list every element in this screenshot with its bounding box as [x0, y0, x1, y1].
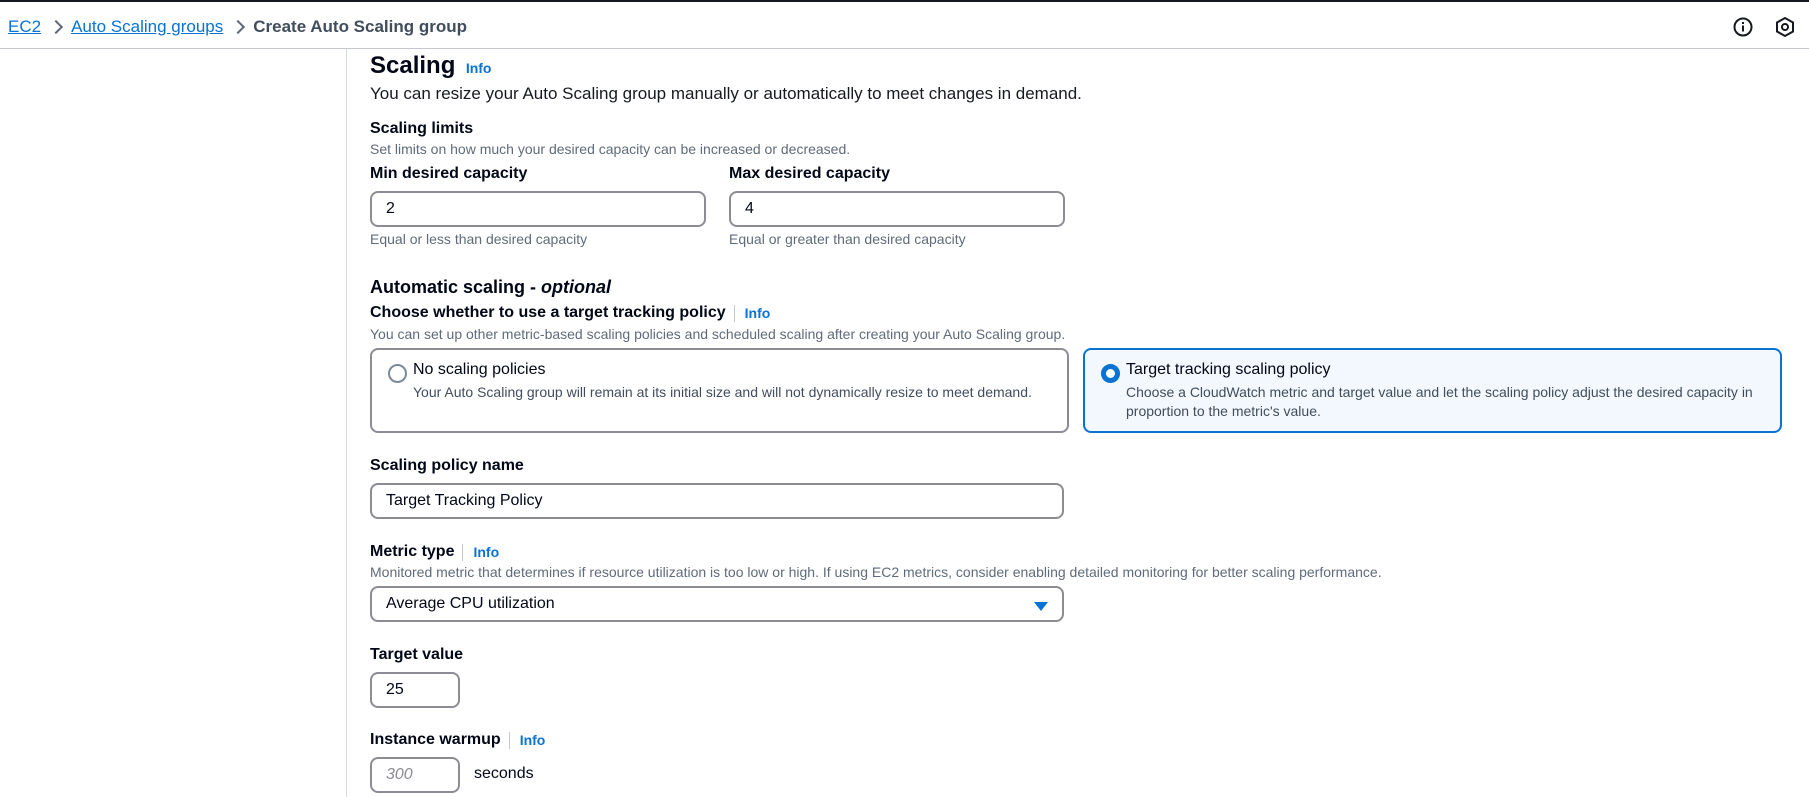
metric-type-selected-value: Average CPU utilization	[386, 595, 555, 612]
scaling-limits-title: Scaling limits	[370, 120, 474, 137]
policy-name-label: Scaling policy name	[370, 457, 524, 474]
radio-button-checked[interactable]	[1101, 364, 1120, 383]
option-title: No scaling policies	[413, 361, 546, 378]
option-description: Your Auto Scaling group will remain at i…	[413, 384, 1032, 400]
instance-warmup-label-row: Instance warmup Info	[370, 731, 545, 749]
top-navigation-bar: EC2 Auto Scaling groups Create Auto Scal…	[0, 0, 1809, 49]
instance-warmup-info-link[interactable]: Info	[520, 732, 546, 748]
info-icon[interactable]	[1732, 16, 1754, 38]
instance-warmup-unit: seconds	[474, 765, 534, 782]
target-value-input[interactable]	[370, 672, 460, 708]
option-description: Choose a CloudWatch metric and target va…	[1126, 384, 1753, 419]
target-value-label: Target value	[370, 646, 464, 663]
policy-name-input[interactable]	[370, 483, 1064, 519]
breadcrumb: EC2 Auto Scaling groups Create Auto Scal…	[8, 15, 467, 39]
settings-icon[interactable]	[1774, 16, 1796, 38]
automatic-scaling-title-text: Automatic scaling -	[370, 277, 542, 297]
max-capacity-label: Max desired capacity	[729, 165, 890, 182]
chevron-right-icon	[223, 17, 253, 37]
option-target-tracking-policy[interactable]: Target tracking scaling policy Choose a …	[1083, 348, 1782, 433]
min-capacity-label: Min desired capacity	[370, 165, 528, 182]
metric-type-label-row: Metric type Info	[370, 543, 499, 561]
min-capacity-hint: Equal or less than desired capacity	[370, 231, 588, 247]
max-capacity-input[interactable]	[729, 191, 1065, 227]
scaling-description: You can resize your Auto Scaling group m…	[370, 84, 1082, 103]
instance-warmup-label: Instance warmup	[370, 731, 501, 748]
breadcrumb-current: Create Auto Scaling group	[253, 17, 468, 36]
metric-type-description: Monitored metric that determines if reso…	[370, 564, 1382, 580]
automatic-scaling-title: Automatic scaling - optional	[370, 277, 611, 298]
metric-type-select[interactable]: Average CPU utilization	[370, 586, 1064, 622]
divider	[508, 731, 510, 749]
caret-down-icon	[1034, 602, 1048, 611]
divider	[462, 543, 464, 561]
breadcrumb-auto-scaling-groups[interactable]: Auto Scaling groups	[71, 17, 223, 37]
metric-type-info-link[interactable]: Info	[473, 544, 499, 560]
choose-policy-label-row: Choose whether to use a target tracking …	[370, 304, 770, 322]
chevron-right-icon	[41, 17, 71, 37]
choose-policy-label: Choose whether to use a target tracking …	[370, 304, 726, 321]
choose-policy-info-link[interactable]: Info	[745, 305, 771, 321]
max-capacity-hint: Equal or greater than desired capacity	[729, 231, 966, 247]
radio-button[interactable]	[388, 364, 407, 383]
min-capacity-input[interactable]	[370, 191, 706, 227]
section-title: Scaling	[370, 52, 456, 79]
metric-type-label: Metric type	[370, 543, 455, 560]
scaling-header: Scaling Info	[370, 52, 491, 80]
instance-warmup-input[interactable]	[370, 757, 460, 793]
scaling-limits-description: Set limits on how much your desired capa…	[370, 141, 851, 157]
choose-policy-description: You can set up other metric-based scalin…	[370, 326, 1066, 342]
option-no-scaling-policies[interactable]: No scaling policies Your Auto Scaling gr…	[370, 348, 1069, 433]
optional-tag: optional	[541, 277, 612, 297]
scaling-info-link[interactable]: Info	[466, 60, 492, 76]
divider	[733, 304, 735, 322]
option-title: Target tracking scaling policy	[1126, 361, 1331, 378]
breadcrumb-ec2[interactable]: EC2	[8, 17, 41, 37]
